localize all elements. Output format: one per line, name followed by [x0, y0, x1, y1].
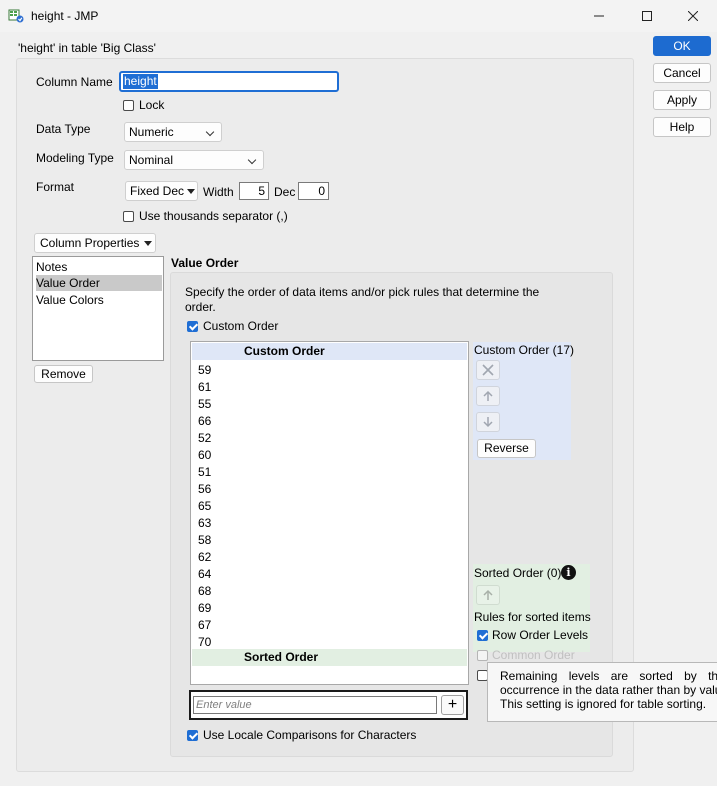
format-dropdown[interactable]: Fixed Dec [125, 181, 198, 201]
custom-order-item[interactable]: 60 [198, 447, 211, 464]
custom-order-item[interactable]: 64 [198, 566, 211, 583]
dec-label: Dec [274, 185, 296, 199]
move-up-button[interactable] [476, 386, 500, 406]
jmp-app-icon [8, 8, 24, 24]
custom-order-item[interactable]: 55 [198, 396, 211, 413]
tooltip-line-3: This setting is ignored for table sortin… [500, 697, 707, 711]
custom-order-header: Custom Order [192, 343, 467, 360]
modeling-type-value: Nominal [129, 153, 174, 167]
locale-comparisons-label: Use Locale Comparisons for Characters [203, 728, 417, 742]
apply-button[interactable]: Apply [653, 90, 711, 110]
data-type-label: Data Type [36, 122, 91, 136]
tooltip-line-2: occurrence in the data rather than by va… [500, 683, 717, 697]
sorted-order-count: Sorted Order (0) [474, 566, 562, 580]
arrow-down-icon [483, 417, 493, 428]
order-list[interactable]: Custom Order 59 61 55 66 52 60 51 56 65 63 58 62 64 6… [190, 341, 469, 685]
custom-order-item[interactable]: 63 [198, 515, 211, 532]
custom-order-item[interactable]: 51 [198, 464, 211, 481]
row-order-levels-label: Row Order Levels [492, 628, 589, 642]
data-type-value: Numeric [129, 125, 174, 139]
remove-button[interactable]: Remove [34, 365, 93, 383]
locale-comparisons-checkbox[interactable] [187, 730, 198, 741]
tooltip-line-1: Remaining levels are sorted by th [500, 669, 717, 683]
minimize-icon [594, 15, 604, 17]
list-item-value-colors[interactable]: Value Colors [36, 292, 162, 308]
column-name-field[interactable]: height [119, 71, 339, 92]
lock-label: Lock [139, 98, 165, 112]
reverse-button[interactable]: Reverse [477, 439, 536, 458]
enter-value-input[interactable]: Enter value [193, 696, 437, 714]
custom-order-checkbox[interactable] [187, 321, 198, 332]
custom-order-item[interactable]: 65 [198, 498, 211, 515]
thousands-separator-label: Use thousands separator (,) [139, 209, 288, 223]
custom-order-item[interactable]: 61 [198, 379, 211, 396]
column-properties-label: Column Properties [40, 236, 140, 250]
format-value: Fixed Dec [130, 184, 185, 198]
list-item-notes[interactable]: Notes [36, 259, 162, 275]
column-name-label: Column Name [36, 75, 113, 89]
tooltip: Remaining levels are sorted by th occurr… [487, 662, 717, 722]
close-button[interactable] [670, 0, 716, 32]
maximize-button[interactable] [624, 0, 670, 32]
rules-label: Rules for sorted items [474, 610, 591, 624]
modeling-type-dropdown[interactable]: Nominal [124, 150, 264, 170]
format-label: Format [36, 180, 75, 194]
custom-order-item[interactable]: 69 [198, 600, 211, 617]
modeling-type-label: Modeling Type [36, 151, 114, 165]
close-icon [688, 11, 698, 21]
custom-order-item[interactable]: 67 [198, 617, 211, 634]
thousands-separator-checkbox[interactable] [123, 211, 134, 222]
custom-order-checkbox-label: Custom Order [203, 319, 279, 333]
enter-value-group: Enter value + [189, 690, 468, 720]
chevron-down-icon [247, 155, 257, 165]
window-title: height - JMP [31, 9, 99, 23]
maximize-icon [642, 11, 652, 21]
help-button[interactable]: Help [653, 117, 711, 137]
dialog-subtitle: 'height' in table 'Big Class' [18, 41, 156, 55]
list-item-value-order[interactable]: Value Order [36, 275, 162, 291]
row-order-levels-checkbox[interactable] [477, 630, 488, 641]
width-label: Width [203, 185, 234, 199]
custom-order-item[interactable]: 58 [198, 532, 211, 549]
sorted-order-header: Sorted Order [192, 649, 467, 666]
dropdown-arrow-icon [187, 189, 195, 194]
custom-order-item[interactable]: 66 [198, 413, 211, 430]
custom-order-item[interactable]: 62 [198, 549, 211, 566]
dropdown-arrow-icon [144, 241, 152, 246]
delete-item-button[interactable] [476, 360, 500, 380]
info-icon[interactable]: i [561, 565, 576, 580]
ok-button[interactable]: OK [653, 36, 711, 56]
custom-order-item[interactable]: 59 [198, 362, 211, 379]
add-value-button[interactable]: + [441, 695, 464, 715]
column-properties-dropdown[interactable]: Column Properties [34, 233, 156, 253]
value-order-heading: Value Order [171, 256, 239, 270]
custom-order-item[interactable]: 52 [198, 430, 211, 447]
minimize-button[interactable] [576, 0, 622, 32]
cancel-button[interactable]: Cancel [653, 63, 711, 83]
common-order-checkbox[interactable] [477, 650, 488, 661]
lock-checkbox[interactable] [123, 100, 134, 111]
chevron-down-icon [205, 127, 215, 137]
custom-order-count: Custom Order (17) [474, 343, 575, 357]
properties-list[interactable]: Notes Value Order Value Colors [32, 256, 164, 361]
sorted-move-up-button[interactable] [476, 585, 500, 605]
dec-field[interactable]: 0 [298, 182, 329, 200]
move-down-button[interactable] [476, 412, 500, 432]
common-order-label: Common Order [492, 648, 575, 662]
x-icon [482, 364, 494, 376]
custom-order-item[interactable]: 56 [198, 481, 211, 498]
value-order-description: Specify the order of data items and/or p… [185, 285, 540, 314]
arrow-up-icon [483, 589, 493, 600]
arrow-up-icon [483, 390, 493, 401]
column-name-value: height [123, 74, 158, 89]
width-field[interactable]: 5 [239, 182, 269, 200]
custom-order-item[interactable]: 68 [198, 583, 211, 600]
data-type-dropdown[interactable]: Numeric [124, 122, 222, 142]
